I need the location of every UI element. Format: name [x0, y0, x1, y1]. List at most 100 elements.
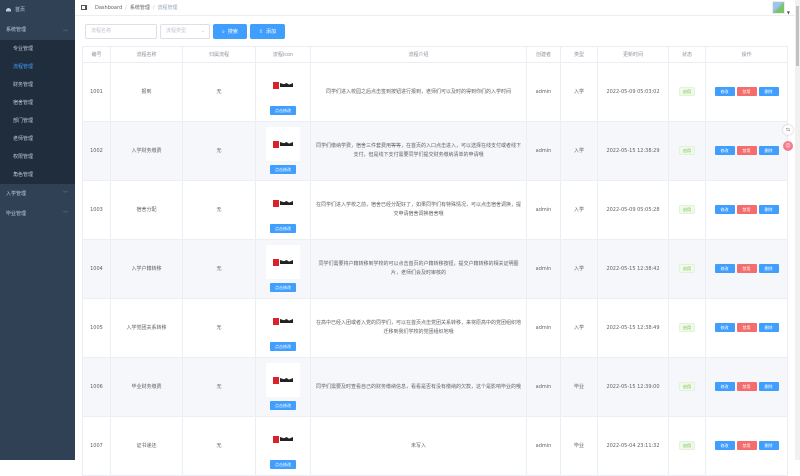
cell-id: 1005: [82, 298, 111, 358]
cell-desc: 同学们需要及时查看自己的财务缴纳信息，看看是否有没有缴纳的欠款，这个是影响毕业的…: [310, 357, 527, 417]
edit-icon-button[interactable]: 点击修改: [270, 401, 296, 410]
edit-button[interactable]: 修改: [714, 323, 735, 332]
edit-button[interactable]: 修改: [714, 205, 735, 214]
cell-desc: 未写入: [310, 416, 527, 476]
sidebar-item-graduate[interactable]: 毕业管理 ﹀: [0, 204, 75, 224]
avatar[interactable]: [772, 1, 785, 14]
column-header: 流程介绍: [310, 46, 527, 63]
cell-actions: 修改 禁用 删除: [705, 357, 788, 417]
table-row: 1006 毕业财务缴费 无 点击修改 同学们需要及时查看自己的财务缴纳信息，看看…: [82, 357, 788, 417]
cell-updated: 2022-05-09 05:03:02: [597, 62, 669, 122]
select-placeholder: 流程类型: [166, 28, 187, 34]
delete-button[interactable]: 删除: [758, 264, 779, 273]
process-name-input[interactable]: 流程名称: [85, 24, 157, 39]
edit-icon-button[interactable]: 点击修改: [270, 224, 296, 233]
edit-button[interactable]: 修改: [714, 382, 735, 391]
cell-parent: 无: [182, 416, 256, 476]
hamburger-icon[interactable]: [81, 5, 87, 10]
breadcrumb-dashboard[interactable]: Dashboard: [95, 5, 122, 11]
table-header: 编号 流程名称 归属流程 流程icon 流程介绍 创建者 类型 更新时间 状态 操作: [82, 46, 788, 63]
delete-button[interactable]: 删除: [758, 323, 779, 332]
delete-button[interactable]: 删除: [758, 441, 779, 450]
table-row: 1002 入学财务缴费 无 点击修改 同学们缴纳学费，宿舍三件套费用等等，在首页…: [82, 121, 788, 181]
table-row: 1003 宿舍分配 无 点击修改 在同学们进入学校之前，宿舍已经分配好了，如果同…: [82, 180, 788, 240]
caret-down-icon[interactable]: ▼: [787, 10, 790, 15]
main-content: Dashboard / 系统管理 / 流程管理 ▼ 流程名称 流程类型 ⌄ ⌕ 搜索 ⇧…: [75, 0, 795, 476]
scrollbar-thumb[interactable]: [796, 6, 799, 66]
delete-button[interactable]: 删除: [758, 205, 779, 214]
edit-icon-button[interactable]: 点击修改: [270, 460, 296, 469]
cell-parent: 无: [182, 239, 256, 299]
edit-icon-button[interactable]: 点击修改: [270, 283, 296, 292]
cell-name: 证书递还: [110, 416, 183, 476]
sidebar-subitem[interactable]: 宿舍管理: [0, 94, 75, 112]
sidebar-subitem[interactable]: 角色管理: [0, 166, 75, 184]
disable-button[interactable]: 禁用: [736, 441, 757, 450]
process-type-select[interactable]: 流程类型 ⌄: [160, 24, 210, 39]
disable-button[interactable]: 禁用: [736, 264, 757, 273]
sidebar-subitem[interactable]: 部门管理: [0, 112, 75, 130]
sidebar-item-system[interactable]: 系统管理 ︿: [0, 20, 75, 40]
cell-creator: admin: [526, 357, 561, 417]
edit-icon-button[interactable]: 点击修改: [270, 106, 296, 115]
cell-updated: 2022-05-15 12:38:49: [597, 298, 669, 358]
edit-icon-button[interactable]: 点击修改: [270, 342, 296, 351]
delete-button[interactable]: 删除: [758, 146, 779, 155]
disable-button[interactable]: 禁用: [736, 323, 757, 332]
table-row: 1005 入学党团关系转移 无 点击修改 在高中已经入团或者入党的同学们，可以在…: [82, 298, 788, 358]
edit-button[interactable]: 修改: [714, 264, 735, 273]
table-row: 1004 入学户籍转移 无 点击修改 同学们需要将户籍转移到学校的可以点击首页的…: [82, 239, 788, 299]
assistant-float-icon[interactable]: ☺: [783, 141, 793, 151]
search-button[interactable]: ⌕ 搜索: [213, 24, 247, 39]
process-logo-image: [266, 245, 300, 279]
cell-actions: 修改 禁用 删除: [705, 62, 788, 122]
cell-updated: 2022-05-04 23:11:32: [597, 416, 669, 476]
toolbar: 流程名称 流程类型 ⌄ ⌕ 搜索 ⇧ 添加: [85, 24, 286, 39]
edit-icon-button[interactable]: 点击修改: [270, 165, 296, 174]
cell-status: 启用: [668, 121, 706, 181]
sidebar-subitem[interactable]: 流程管理: [0, 58, 75, 76]
add-button[interactable]: ⇧ 添加: [249, 24, 286, 39]
status-badge: 启用: [679, 441, 695, 450]
cell-type: 入学: [560, 298, 598, 358]
cell-status: 启用: [668, 416, 706, 476]
process-table: 编号 流程名称 归属流程 流程icon 流程介绍 创建者 类型 更新时间 状态 操作 1001 报…: [82, 46, 788, 476]
chevron-down-icon: ⌄: [200, 28, 205, 34]
status-badge: 启用: [679, 205, 695, 214]
edit-button[interactable]: 修改: [714, 87, 735, 96]
cell-name: 入学财务缴费: [110, 121, 183, 181]
cell-name: 报到: [110, 62, 183, 122]
chevron-up-icon: ︿: [62, 27, 68, 33]
table-row: 1007 证书递还 无 点击修改 未写入 admin 毕业 2022-05-04…: [82, 416, 788, 476]
cell-actions: 修改 禁用 删除: [705, 239, 788, 299]
sidebar-submenu: 专业管理 流程管理 财务管理 宿舍管理 部门管理 老师管理 权限管理 角色管理: [0, 40, 75, 184]
edit-button[interactable]: 修改: [714, 146, 735, 155]
sidebar: 首页 系统管理 ︿ 专业管理 流程管理 财务管理 宿舍管理 部门管理 老师管理 权限管理 角色管…: [0, 0, 75, 460]
status-badge: 启用: [679, 382, 695, 391]
delete-button[interactable]: 删除: [758, 382, 779, 391]
sidebar-item-home[interactable]: 首页: [0, 0, 75, 20]
disable-button[interactable]: 禁用: [736, 146, 757, 155]
cell-desc: 在高中已经入团或者入党的同学们，可以在首页点击党团关系转移，来将原高中的党团组织…: [310, 298, 527, 358]
cell-desc: 同学们需要将户籍转移到学校的可以点击首页的户籍转移按钮，提交户籍转移的相关证明图…: [310, 239, 527, 299]
cell-actions: 修改 禁用 删除: [705, 298, 788, 358]
cell-status: 启用: [668, 298, 706, 358]
edit-button[interactable]: 修改: [714, 441, 735, 450]
cell-name: 毕业财务缴费: [110, 357, 183, 417]
sidebar-subitem[interactable]: 专业管理: [0, 40, 75, 58]
sidebar-item-enroll[interactable]: 入学管理 ﹀: [0, 184, 75, 204]
status-badge: 启用: [679, 87, 695, 96]
disable-button[interactable]: 禁用: [736, 382, 757, 391]
sidebar-item-label: 入学管理: [6, 191, 27, 197]
delete-button[interactable]: 删除: [758, 87, 779, 96]
scrollbar[interactable]: [795, 0, 800, 460]
breadcrumb-separator: /: [152, 4, 155, 11]
translate-float-icon[interactable]: ⇆: [783, 125, 793, 135]
disable-button[interactable]: 禁用: [736, 87, 757, 96]
sidebar-subitem[interactable]: 权限管理: [0, 148, 75, 166]
sidebar-subitem[interactable]: 财务管理: [0, 76, 75, 94]
breadcrumb-system[interactable]: 系统管理: [130, 4, 150, 11]
cell-parent: 无: [182, 298, 256, 358]
sidebar-subitem[interactable]: 老师管理: [0, 130, 75, 148]
disable-button[interactable]: 禁用: [736, 205, 757, 214]
